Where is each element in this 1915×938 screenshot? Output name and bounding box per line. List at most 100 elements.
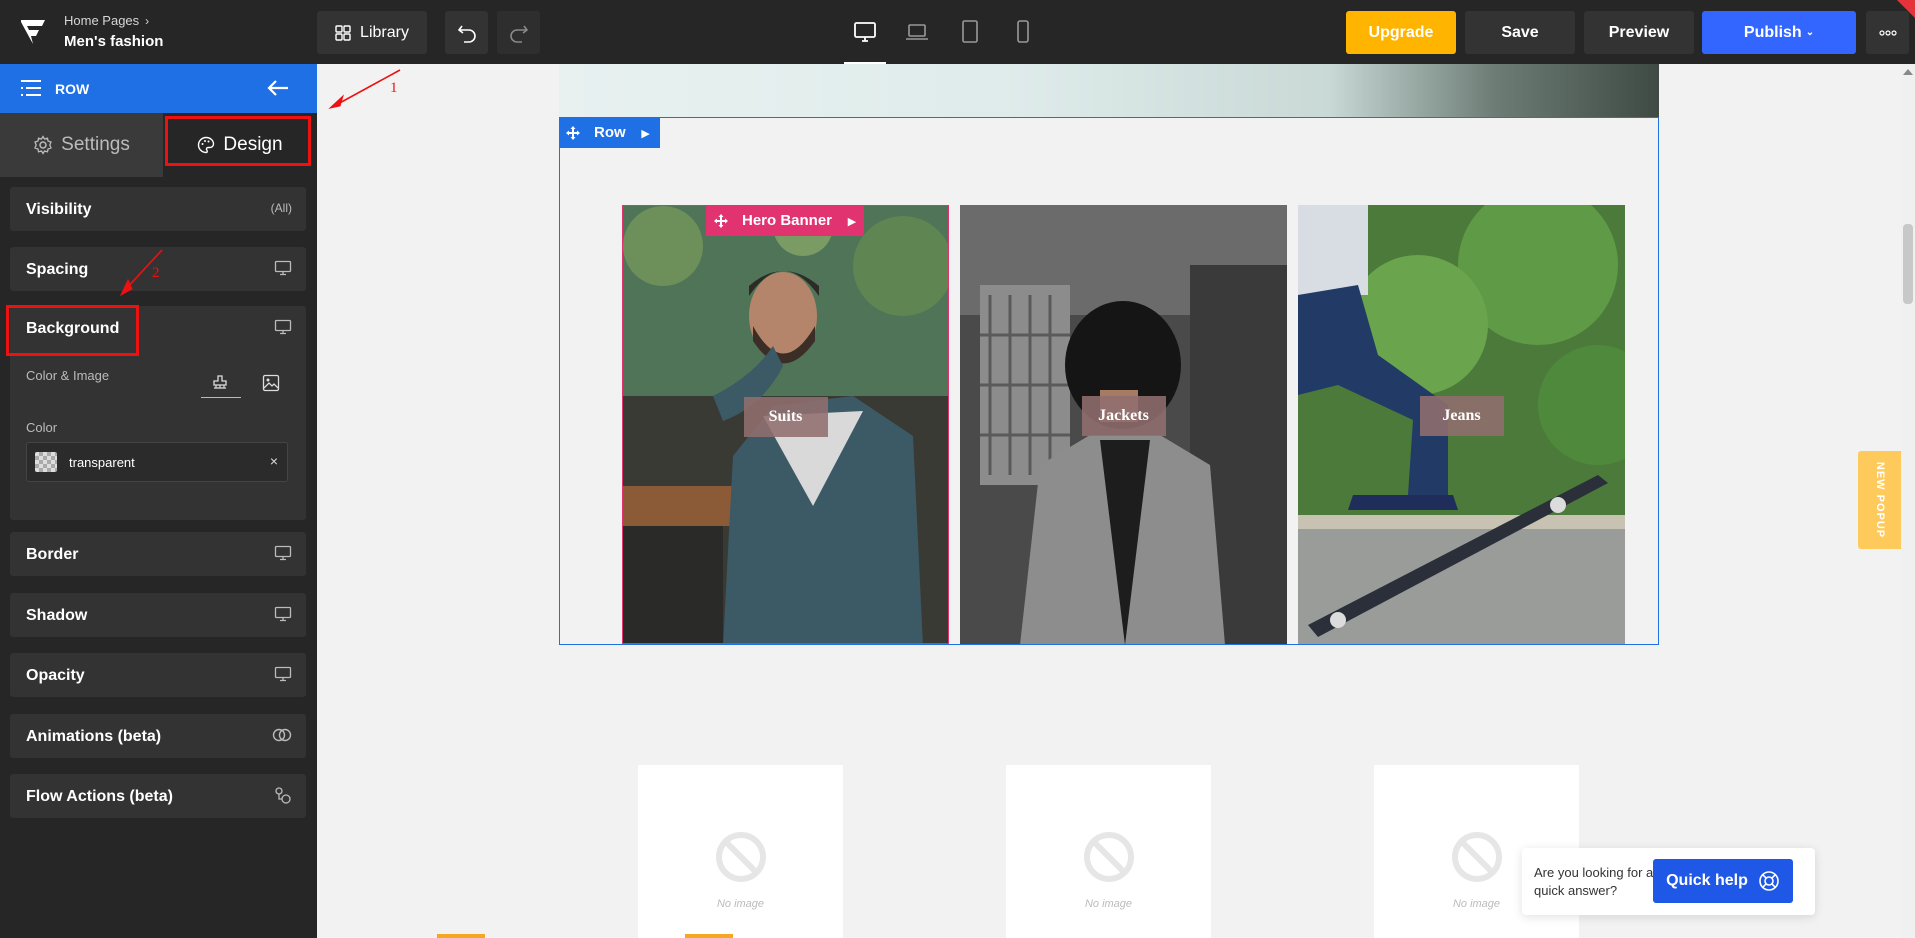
- desktop-view-button[interactable]: [844, 17, 886, 64]
- clear-color-icon[interactable]: ×: [270, 453, 278, 469]
- color-swatch[interactable]: [35, 452, 57, 472]
- grid-icon: [335, 24, 351, 41]
- app-logo-icon[interactable]: [18, 18, 48, 46]
- chevron-down-icon: ⌄: [1805, 27, 1815, 38]
- previous-section-image: [559, 64, 1659, 117]
- desktop-icon: [274, 260, 292, 276]
- quick-help-button[interactable]: Quick help: [1653, 859, 1793, 903]
- tablet-icon: [962, 20, 978, 43]
- panel-header: ROW: [0, 64, 317, 113]
- undo-icon: [457, 25, 476, 43]
- color-image-label: Color & Image: [26, 368, 110, 383]
- desktop-icon: [274, 606, 292, 622]
- breadcrumb-parent[interactable]: Home Pages: [64, 13, 139, 28]
- section-animations[interactable]: Animations (beta): [10, 714, 306, 758]
- no-image-icon: [716, 832, 766, 882]
- category-label-suits[interactable]: Suits: [743, 397, 828, 437]
- section-marker: [437, 934, 485, 938]
- new-popup-label: NEW POPUP: [1874, 461, 1886, 539]
- desktop-icon: [274, 666, 292, 682]
- library-button[interactable]: Library: [317, 11, 427, 54]
- section-visibility-label: Visibility: [26, 201, 92, 218]
- quick-help-label: Quick help: [1666, 872, 1748, 889]
- back-arrow-icon[interactable]: [266, 78, 290, 98]
- desktop-icon: [854, 22, 876, 42]
- annotation-highlight-box: [165, 116, 311, 166]
- move-icon[interactable]: [566, 125, 580, 140]
- section-visibility[interactable]: Visibility (All): [10, 187, 306, 231]
- section-flow-actions[interactable]: Flow Actions (beta): [10, 774, 306, 818]
- canvas-scrollbar[interactable]: [1901, 64, 1915, 938]
- hero-banner-jeans[interactable]: Jeans: [1298, 205, 1625, 644]
- section-border-label: Border: [26, 546, 79, 563]
- hero-banner-jackets[interactable]: Jackets: [960, 205, 1287, 644]
- section-flow-actions-label: Flow Actions (beta): [26, 788, 173, 805]
- category-label-jeans[interactable]: Jeans: [1419, 396, 1504, 436]
- color-fill-button[interactable]: [201, 368, 241, 398]
- color-picker-field[interactable]: transparent ×: [26, 442, 288, 482]
- row-element-tag[interactable]: Row ▸: [559, 117, 660, 148]
- lifebuoy-icon: [1759, 871, 1779, 891]
- chevron-right-icon: ›: [145, 14, 150, 28]
- visibility-value: (All): [270, 201, 292, 215]
- design-panel: ROW Settings Design Visibility (All) Spa…: [0, 64, 317, 938]
- new-popup-tab[interactable]: NEW POPUP: [1858, 451, 1902, 549]
- section-animations-label: Animations (beta): [26, 728, 162, 745]
- page-title: Men's fashion: [64, 33, 164, 50]
- annotation-number-2: 2: [152, 265, 160, 281]
- quick-help-question: Are you looking for a quick answer?: [1534, 865, 1654, 898]
- mobile-view-button[interactable]: [1008, 17, 1038, 47]
- hero-banner-suits[interactable]: Suits: [622, 205, 949, 644]
- hero-banner-element-tag[interactable]: Hero Banner ▸: [706, 205, 864, 236]
- scroll-up-arrow-icon[interactable]: [1903, 69, 1913, 75]
- save-button[interactable]: Save: [1465, 11, 1575, 54]
- paint-bucket-icon: [213, 374, 227, 389]
- publish-label: Publish: [1743, 23, 1802, 41]
- section-border[interactable]: Border: [10, 532, 306, 576]
- panel-title: ROW: [55, 81, 90, 97]
- mobile-icon: [1017, 20, 1029, 43]
- caret-right-icon[interactable]: ▸: [848, 212, 856, 230]
- redo-button[interactable]: [497, 11, 540, 54]
- image-placeholder[interactable]: No image: [1006, 765, 1211, 938]
- row-tag-label: Row: [594, 124, 626, 141]
- no-image-icon: [1452, 832, 1502, 882]
- tab-design[interactable]: Design: [163, 113, 317, 177]
- image-placeholder[interactable]: No image: [638, 765, 843, 938]
- upgrade-button[interactable]: Upgrade: [1346, 11, 1456, 54]
- no-image-text: No image: [716, 898, 765, 910]
- publish-button[interactable]: Publish ⌄: [1702, 11, 1856, 54]
- laptop-view-button[interactable]: [902, 17, 932, 47]
- tablet-view-button[interactable]: [955, 17, 985, 47]
- category-label-jackets[interactable]: Jackets: [1081, 396, 1166, 436]
- hero-tag-label: Hero Banner: [742, 212, 833, 229]
- more-dots-icon: [1878, 29, 1897, 36]
- notification-ribbon: [1897, 0, 1915, 18]
- desktop-icon: [274, 545, 292, 561]
- section-background-label: Background: [26, 320, 120, 337]
- background-image-button[interactable]: [256, 368, 286, 398]
- color-label: Color: [26, 420, 58, 435]
- caret-right-icon[interactable]: ▸: [642, 124, 650, 142]
- scrollbar-thumb[interactable]: [1903, 224, 1913, 304]
- breadcrumb[interactable]: Home Pages ›: [64, 13, 149, 28]
- section-opacity[interactable]: Opacity: [10, 653, 306, 697]
- section-background[interactable]: Background Color & Image Color transpare…: [6, 305, 306, 520]
- top-toolbar: Home Pages › Men's fashion Library Upgra…: [0, 0, 1915, 64]
- section-marker: [685, 934, 733, 938]
- redo-icon: [509, 25, 528, 43]
- editor-canvas[interactable]: Row ▸ Suits Jackets Jeans Hero Banner ▸ …: [317, 64, 1915, 938]
- section-shadow[interactable]: Shadow: [10, 593, 306, 637]
- no-image-text: No image: [1084, 898, 1133, 910]
- section-shadow-label: Shadow: [26, 607, 88, 624]
- move-icon[interactable]: [714, 213, 728, 228]
- quick-help-widget: Are you looking for a quick answer? Quic…: [1522, 848, 1815, 915]
- flow-actions-icon: [275, 787, 291, 804]
- annotation-number-1: 1: [390, 80, 398, 96]
- undo-button[interactable]: [445, 11, 488, 54]
- laptop-icon: [906, 24, 928, 40]
- image-icon: [262, 374, 280, 392]
- menu-list-icon[interactable]: [20, 79, 42, 97]
- tab-settings[interactable]: Settings: [0, 113, 163, 177]
- preview-button[interactable]: Preview: [1584, 11, 1694, 54]
